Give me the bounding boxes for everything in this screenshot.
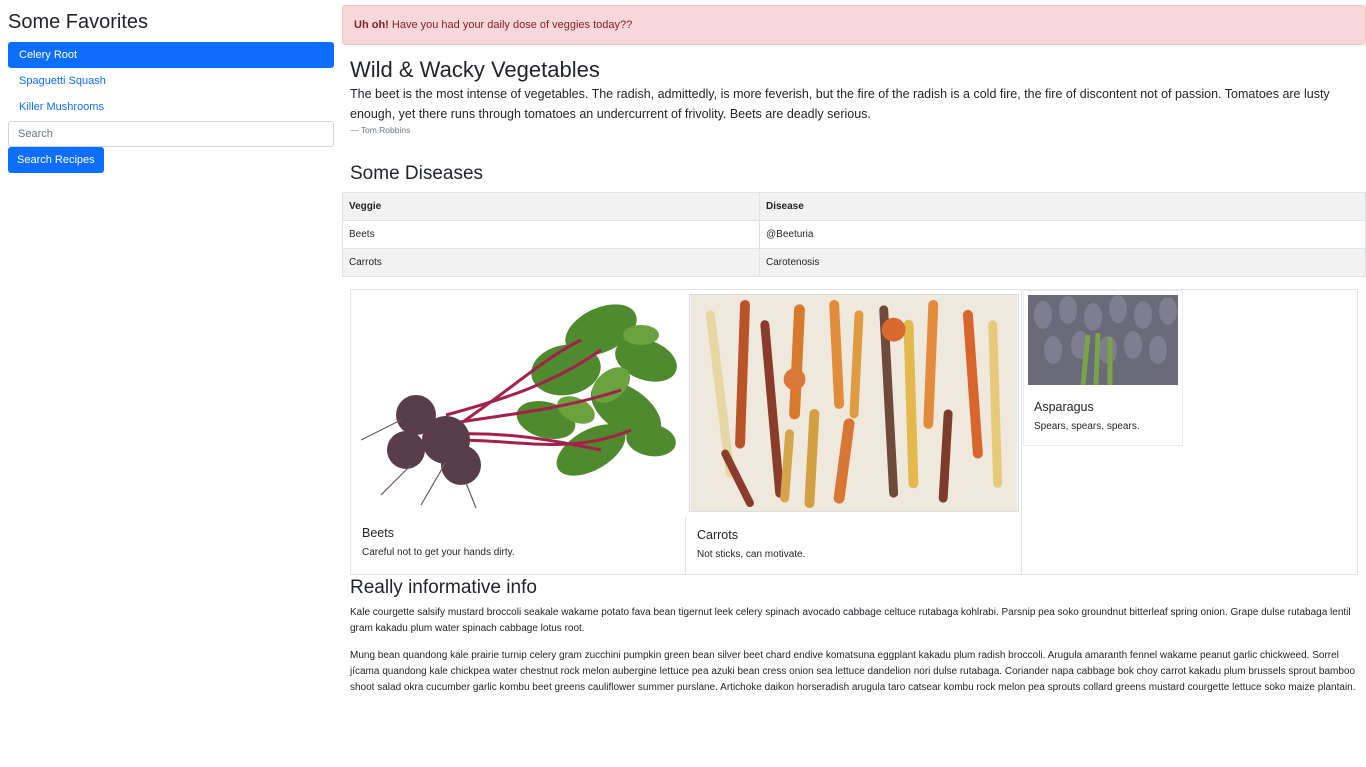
card-beets: Beets Careful not to get your hands dirt… xyxy=(351,290,686,574)
column-header-veggie: Veggie xyxy=(342,192,760,221)
card-text-carrots: Not sticks, can motivate. xyxy=(697,549,806,560)
diseases-table: Veggie Disease Beets @Beeturia Carrots C… xyxy=(342,192,1366,277)
card-asparagus: Asparagus Spears, spears, spears. xyxy=(1023,290,1183,446)
table-row: Beets @Beeturia xyxy=(342,220,1366,249)
search-recipes-button[interactable]: Search Recipes xyxy=(8,147,104,173)
quote-author: — Tom Robbins xyxy=(350,125,411,135)
alert-banner: Uh oh! Have you had your daily dose of v… xyxy=(342,5,1366,45)
table-cell: Carotenosis xyxy=(759,248,1366,277)
info-title: Really informative info xyxy=(350,577,537,598)
sidebar-item-celery-root[interactable]: Celery Root xyxy=(8,42,334,68)
carrots-image xyxy=(689,294,1019,512)
info-paragraph-2: Mung bean quandong kale prairie turnip c… xyxy=(350,650,1356,693)
sidebar-item-killer-mushrooms[interactable]: Killer Mushrooms xyxy=(8,94,334,120)
sidebar-title: Some Favorites xyxy=(8,11,149,33)
column-header-disease: Disease xyxy=(759,192,1366,221)
alert-text: Have you had your daily dose of veggies … xyxy=(388,19,633,31)
card-title-carrots: Carrots xyxy=(697,528,738,542)
sidebar: Some Favorites Celery Root Spaguetti Squ… xyxy=(8,8,334,173)
table-cell: Beets xyxy=(342,220,760,249)
table-row: Carrots Carotenosis xyxy=(342,248,1366,277)
info-paragraph-1: Kale courgette salsify mustard broccoli … xyxy=(350,607,1351,634)
card-text-asparagus: Spears, spears, spears. xyxy=(1034,421,1140,432)
diseases-title: Some Diseases xyxy=(350,163,484,184)
search-input[interactable] xyxy=(8,121,334,147)
card-asparagus-column: Asparagus Spears, spears, spears. xyxy=(1023,290,1359,574)
quote-author-name: Tom Robbins xyxy=(360,125,411,135)
card-text-beets: Careful not to get your hands dirty. xyxy=(362,547,515,558)
card-carrots: Carrots Not sticks, can motivate. xyxy=(686,290,1022,574)
table-header-row: Veggie Disease xyxy=(342,192,1366,221)
sidebar-item-spaguetti-squash[interactable]: Spaguetti Squash xyxy=(8,68,334,94)
veggie-card-group: Beets Careful not to get your hands dirt… xyxy=(350,289,1358,575)
asparagus-image xyxy=(1028,295,1178,385)
table-cell: @Beeturia xyxy=(759,220,1366,249)
alert-strong: Uh oh! xyxy=(354,19,389,31)
main-content: Uh oh! Have you had your daily dose of v… xyxy=(342,5,1366,707)
beets-image xyxy=(351,290,686,516)
page-title: Wild & Wacky Vegetables xyxy=(350,57,600,82)
table-cell: Carrots xyxy=(342,248,760,277)
card-title-asparagus: Asparagus xyxy=(1034,400,1094,414)
quote-text: The beet is the most intense of vegetabl… xyxy=(350,87,1330,121)
card-title-beets: Beets xyxy=(362,526,394,540)
